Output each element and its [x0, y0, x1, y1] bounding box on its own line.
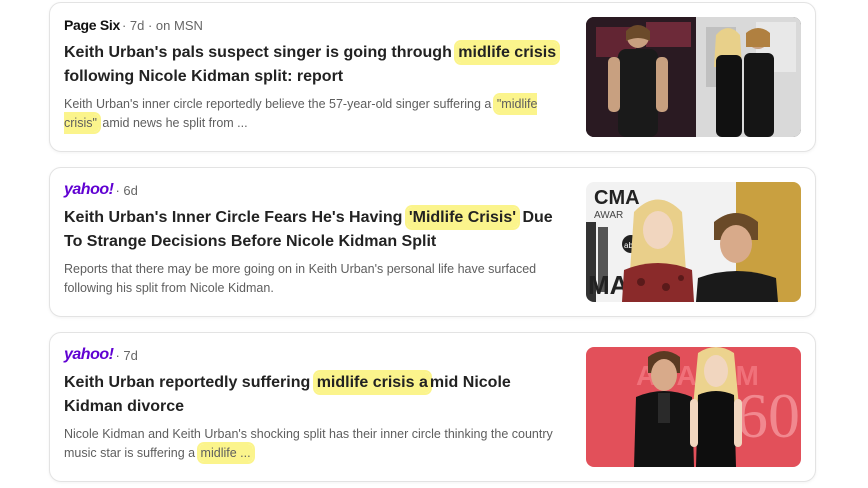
article-title[interactable]: Keith Urban's Inner Circle Fears He's Ha…	[64, 206, 569, 254]
svg-text:CMA: CMA	[594, 187, 640, 209]
title-text: Keith Urban's Inner Circle Fears He's Ha…	[64, 209, 407, 226]
source-logo-page-six[interactable]: Page Six	[64, 17, 120, 33]
article-title[interactable]: Keith Urban's pals suspect singer is goi…	[64, 41, 569, 89]
highlighted-term: midlife crisis	[456, 42, 559, 63]
highlighted-term: midlife ...	[198, 444, 253, 462]
article-snippet: Keith Urban's inner circle reportedly be…	[64, 95, 569, 133]
source-row: yahoo! · 6d	[64, 180, 138, 200]
source-logo-yahoo[interactable]: yahoo!	[64, 346, 114, 364]
svg-text:AWAR: AWAR	[594, 210, 623, 221]
article-meta: · 7d · on MSN	[121, 17, 203, 33]
title-text: Keith Urban's pals suspect singer is goi…	[64, 44, 457, 61]
article-meta: · 6d	[115, 182, 138, 198]
photo-keith-urban-red-carpet-icon	[586, 17, 801, 137]
article-snippet: Nicole Kidman and Keith Urban's shocking…	[64, 425, 569, 463]
highlighted-term: midlife crisis a	[314, 372, 430, 393]
news-card[interactable]: yahoo! · 6d Keith Urban's Inner Circle F…	[49, 167, 816, 317]
article-snippet: Reports that there may be more going on …	[64, 260, 569, 298]
source-logo-yahoo[interactable]: yahoo!	[64, 181, 114, 199]
article-thumbnail[interactable]	[586, 17, 801, 137]
source-row: yahoo! · 7d	[64, 345, 138, 365]
title-text: following Nicole Kidman split: report	[64, 68, 344, 85]
news-card[interactable]: Page Six · 7d · on MSN Keith Urban's pal…	[49, 2, 816, 152]
photo-kidman-urban-academy-event-icon: ACADEM 60	[586, 347, 801, 467]
article-thumbnail[interactable]: CMA AWAR abc MA	[586, 182, 801, 302]
photo-kidman-urban-cma-awards-icon: CMA AWAR abc MA	[586, 182, 801, 302]
svg-text:60: 60	[736, 380, 800, 451]
article-title[interactable]: Keith Urban reportedly suffering midlife…	[64, 371, 569, 419]
snippet-text: Keith Urban's inner circle reportedly be…	[64, 97, 495, 111]
snippet-text: Nicole Kidman and Keith Urban's shocking…	[64, 427, 553, 460]
snippet-text: amid news he split from ...	[98, 116, 248, 130]
news-card[interactable]: yahoo! · 7d Keith Urban reportedly suffe…	[49, 332, 816, 482]
highlighted-term: 'Midlife Crisis'	[406, 207, 519, 228]
article-meta: · 7d	[115, 347, 138, 363]
snippet-text: Reports that there may be more going on …	[64, 262, 537, 295]
title-text: Keith Urban reportedly suffering	[64, 374, 315, 391]
source-row: Page Six · 7d · on MSN	[64, 15, 203, 35]
article-thumbnail[interactable]: ACADEM 60	[586, 347, 801, 467]
